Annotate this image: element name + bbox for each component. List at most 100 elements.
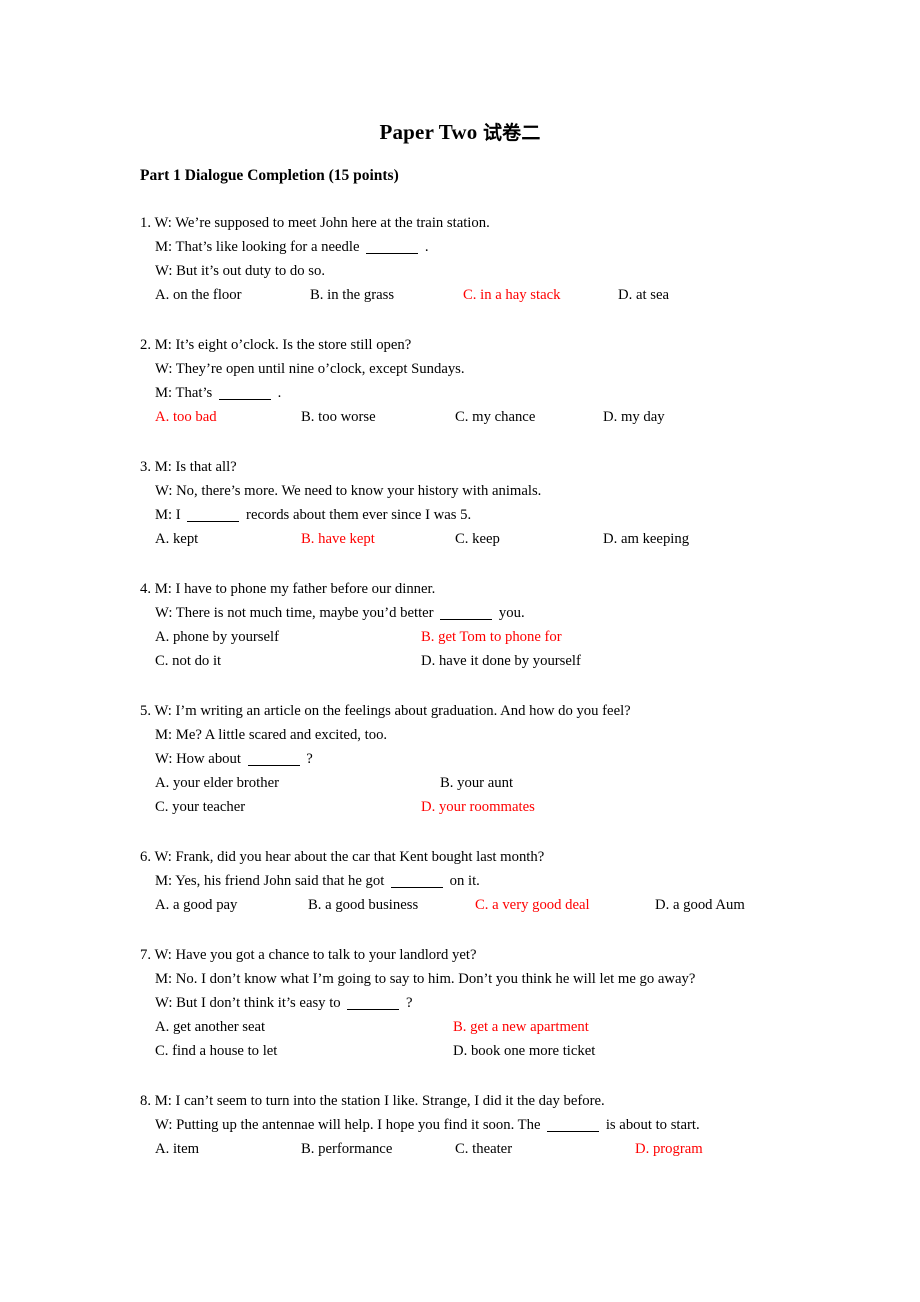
dialogue-line: M: No. I don’t know what I’m going to sa… xyxy=(155,967,920,991)
option-choice[interactable]: A. get another seat xyxy=(155,1015,265,1039)
option-row: C. not do it D. have it done by yourself xyxy=(155,649,920,673)
option-choice[interactable]: A. item xyxy=(155,1137,199,1161)
option-choice[interactable]: C. not do it xyxy=(155,649,221,673)
answer-blank xyxy=(390,887,443,888)
dialogue-text-after-blank: is about to start. xyxy=(605,1117,700,1133)
dialogue-line: W: There is not much time, maybe you’d b… xyxy=(155,601,920,625)
dialogue-text: W: I’m writing an article on the feeling… xyxy=(154,703,631,719)
question-item: 8. M: I can’t seem to turn into the stat… xyxy=(0,1089,920,1161)
dialogue-text: M: That’s like looking for a needle xyxy=(155,239,360,255)
option-choice[interactable]: D. book one more ticket xyxy=(453,1039,595,1063)
dialogue-text-after-blank: ? xyxy=(306,751,313,767)
option-row: A. your elder brother B. your aunt xyxy=(155,771,920,795)
dialogue-line: 3. M: Is that all? xyxy=(140,455,920,479)
option-choice[interactable]: A. phone by yourself xyxy=(155,625,279,649)
page-title: Paper Two 试卷二 xyxy=(0,0,920,145)
option-group: A. on the floor B. in the grass C. in a ha… xyxy=(155,283,920,307)
dialogue-text: M: That’s xyxy=(155,385,213,401)
option-group: A. your elder brother B. your aunt C. your… xyxy=(155,771,920,819)
option-choice[interactable]: B. get Tom to phone for xyxy=(421,625,562,649)
option-choice[interactable]: B. a good business xyxy=(308,893,418,917)
option-choice[interactable]: D. my day xyxy=(603,405,665,429)
option-choice[interactable]: A. your elder brother xyxy=(155,771,279,795)
question-number: 2. xyxy=(140,337,152,353)
option-choice[interactable]: C. your teacher xyxy=(155,795,245,819)
dialogue-line: 7. W: Have you got a chance to talk to y… xyxy=(140,943,920,967)
option-choice[interactable]: B. have kept xyxy=(301,527,375,551)
dialogue-text: M: Yes, his friend John said that he got xyxy=(155,873,385,889)
dialogue-text-after-blank: . xyxy=(424,239,429,255)
option-choice[interactable]: C. find a house to let xyxy=(155,1039,277,1063)
dialogue-line: W: No, there’s more. We need to know you… xyxy=(155,479,920,503)
dialogue-text: W: But it’s out duty to do so. xyxy=(155,263,326,279)
dialogue-text: M: No. I don’t know what I’m going to sa… xyxy=(155,971,696,987)
dialogue-line: M: Yes, his friend John said that he got… xyxy=(155,869,920,893)
dialogue-text-after-blank: on it. xyxy=(449,873,480,889)
question-item: 2. M: It’s eight o’clock. Is the store s… xyxy=(0,333,920,429)
option-choice[interactable]: C. in a hay stack xyxy=(463,283,560,307)
option-choice[interactable]: D. have it done by yourself xyxy=(421,649,581,673)
dialogue-text: M: Me? A little scared and excited, too. xyxy=(155,727,388,743)
option-row: C. your teacher D. your roommates xyxy=(155,795,920,819)
dialogue-line: M: I records about them ever since I was… xyxy=(155,503,920,527)
dialogue-line: 8. M: I can’t seem to turn into the stat… xyxy=(140,1089,920,1113)
option-row: C. find a house to let D. book one more t… xyxy=(155,1039,920,1063)
dialogue-text-after-blank: . xyxy=(277,385,282,401)
answer-blank xyxy=(187,521,240,522)
dialogue-line: 6. W: Frank, did you hear about the car … xyxy=(140,845,920,869)
option-choice[interactable]: D. program xyxy=(635,1137,703,1161)
question-number: 4. xyxy=(140,581,152,597)
option-choice[interactable]: B. get a new apartment xyxy=(453,1015,589,1039)
answer-blank xyxy=(366,253,419,254)
option-choice[interactable]: B. your aunt xyxy=(440,771,513,795)
option-choice[interactable]: D. a good Aum xyxy=(655,893,745,917)
dialogue-line: M: That’s . xyxy=(155,381,920,405)
dialogue-line: W: Putting up the antennae will help. I … xyxy=(155,1113,920,1137)
question-item: 7. W: Have you got a chance to talk to y… xyxy=(0,943,920,1063)
dialogue-text-after-blank: you. xyxy=(498,605,525,621)
answer-blank xyxy=(218,399,271,400)
option-choice[interactable]: D. am keeping xyxy=(603,527,689,551)
dialogue-line: 5. W: I’m writing an article on the feel… xyxy=(140,699,920,723)
dialogue-text: M: I can’t seem to turn into the station… xyxy=(154,1093,605,1109)
dialogue-text: M: Is that all? xyxy=(154,459,237,475)
option-group: A. a good pay B. a good business C. a very… xyxy=(155,893,920,917)
dialogue-text: M: I xyxy=(155,507,181,523)
question-number: 6. xyxy=(140,849,152,865)
question-item: 5. W: I’m writing an article on the feel… xyxy=(0,699,920,819)
question-item: 4. M: I have to phone my father before o… xyxy=(0,577,920,673)
answer-blank xyxy=(347,1009,400,1010)
option-choice[interactable]: C. my chance xyxy=(455,405,535,429)
answer-blank xyxy=(247,765,300,766)
option-choice[interactable]: A. a good pay xyxy=(155,893,237,917)
option-choice[interactable]: A. kept xyxy=(155,527,198,551)
dialogue-line: 1. W: We’re supposed to meet John here a… xyxy=(140,211,920,235)
question-number: 3. xyxy=(140,459,152,475)
option-choice[interactable]: B. too worse xyxy=(301,405,376,429)
answer-blank xyxy=(440,619,493,620)
section-heading: Part 1 Dialogue Completion (15 points) xyxy=(140,167,399,184)
question-number: 1. xyxy=(140,215,152,231)
option-group: A. kept B. have kept C. keep D. am keeping xyxy=(155,527,920,551)
option-choice[interactable]: A. on the floor xyxy=(155,283,241,307)
dialogue-text-after-blank: ? xyxy=(405,995,413,1011)
option-choice[interactable]: D. at sea xyxy=(618,283,669,307)
answer-blank xyxy=(547,1131,600,1132)
option-choice[interactable]: B. performance xyxy=(301,1137,392,1161)
option-choice[interactable]: A. too bad xyxy=(155,405,217,429)
option-group: A. phone by yourself B. get Tom to phone … xyxy=(155,625,920,673)
option-group: A. too bad B. too worse C. my chance D. my … xyxy=(155,405,920,429)
option-choice[interactable]: C. keep xyxy=(455,527,500,551)
dialogue-text: W: Have you got a chance to talk to your… xyxy=(154,947,477,963)
dialogue-line: 4. M: I have to phone my father before o… xyxy=(140,577,920,601)
dialogue-text: W: They’re open until nine o’clock, exce… xyxy=(155,361,465,377)
option-choice[interactable]: B. in the grass xyxy=(310,283,394,307)
option-choice[interactable]: C. theater xyxy=(455,1137,512,1161)
option-row: A. get another seat B. get a new apartmen… xyxy=(155,1015,920,1039)
question-list: 1. W: We’re supposed to meet John here a… xyxy=(0,211,920,1161)
dialogue-line: M: Me? A little scared and excited, too. xyxy=(155,723,920,747)
question-item: 6. W: Frank, did you hear about the car … xyxy=(0,845,920,917)
option-choice[interactable]: C. a very good deal xyxy=(475,893,590,917)
option-choice[interactable]: D. your roommates xyxy=(421,795,535,819)
dialogue-text: W: Putting up the antennae will help. I … xyxy=(155,1117,541,1133)
